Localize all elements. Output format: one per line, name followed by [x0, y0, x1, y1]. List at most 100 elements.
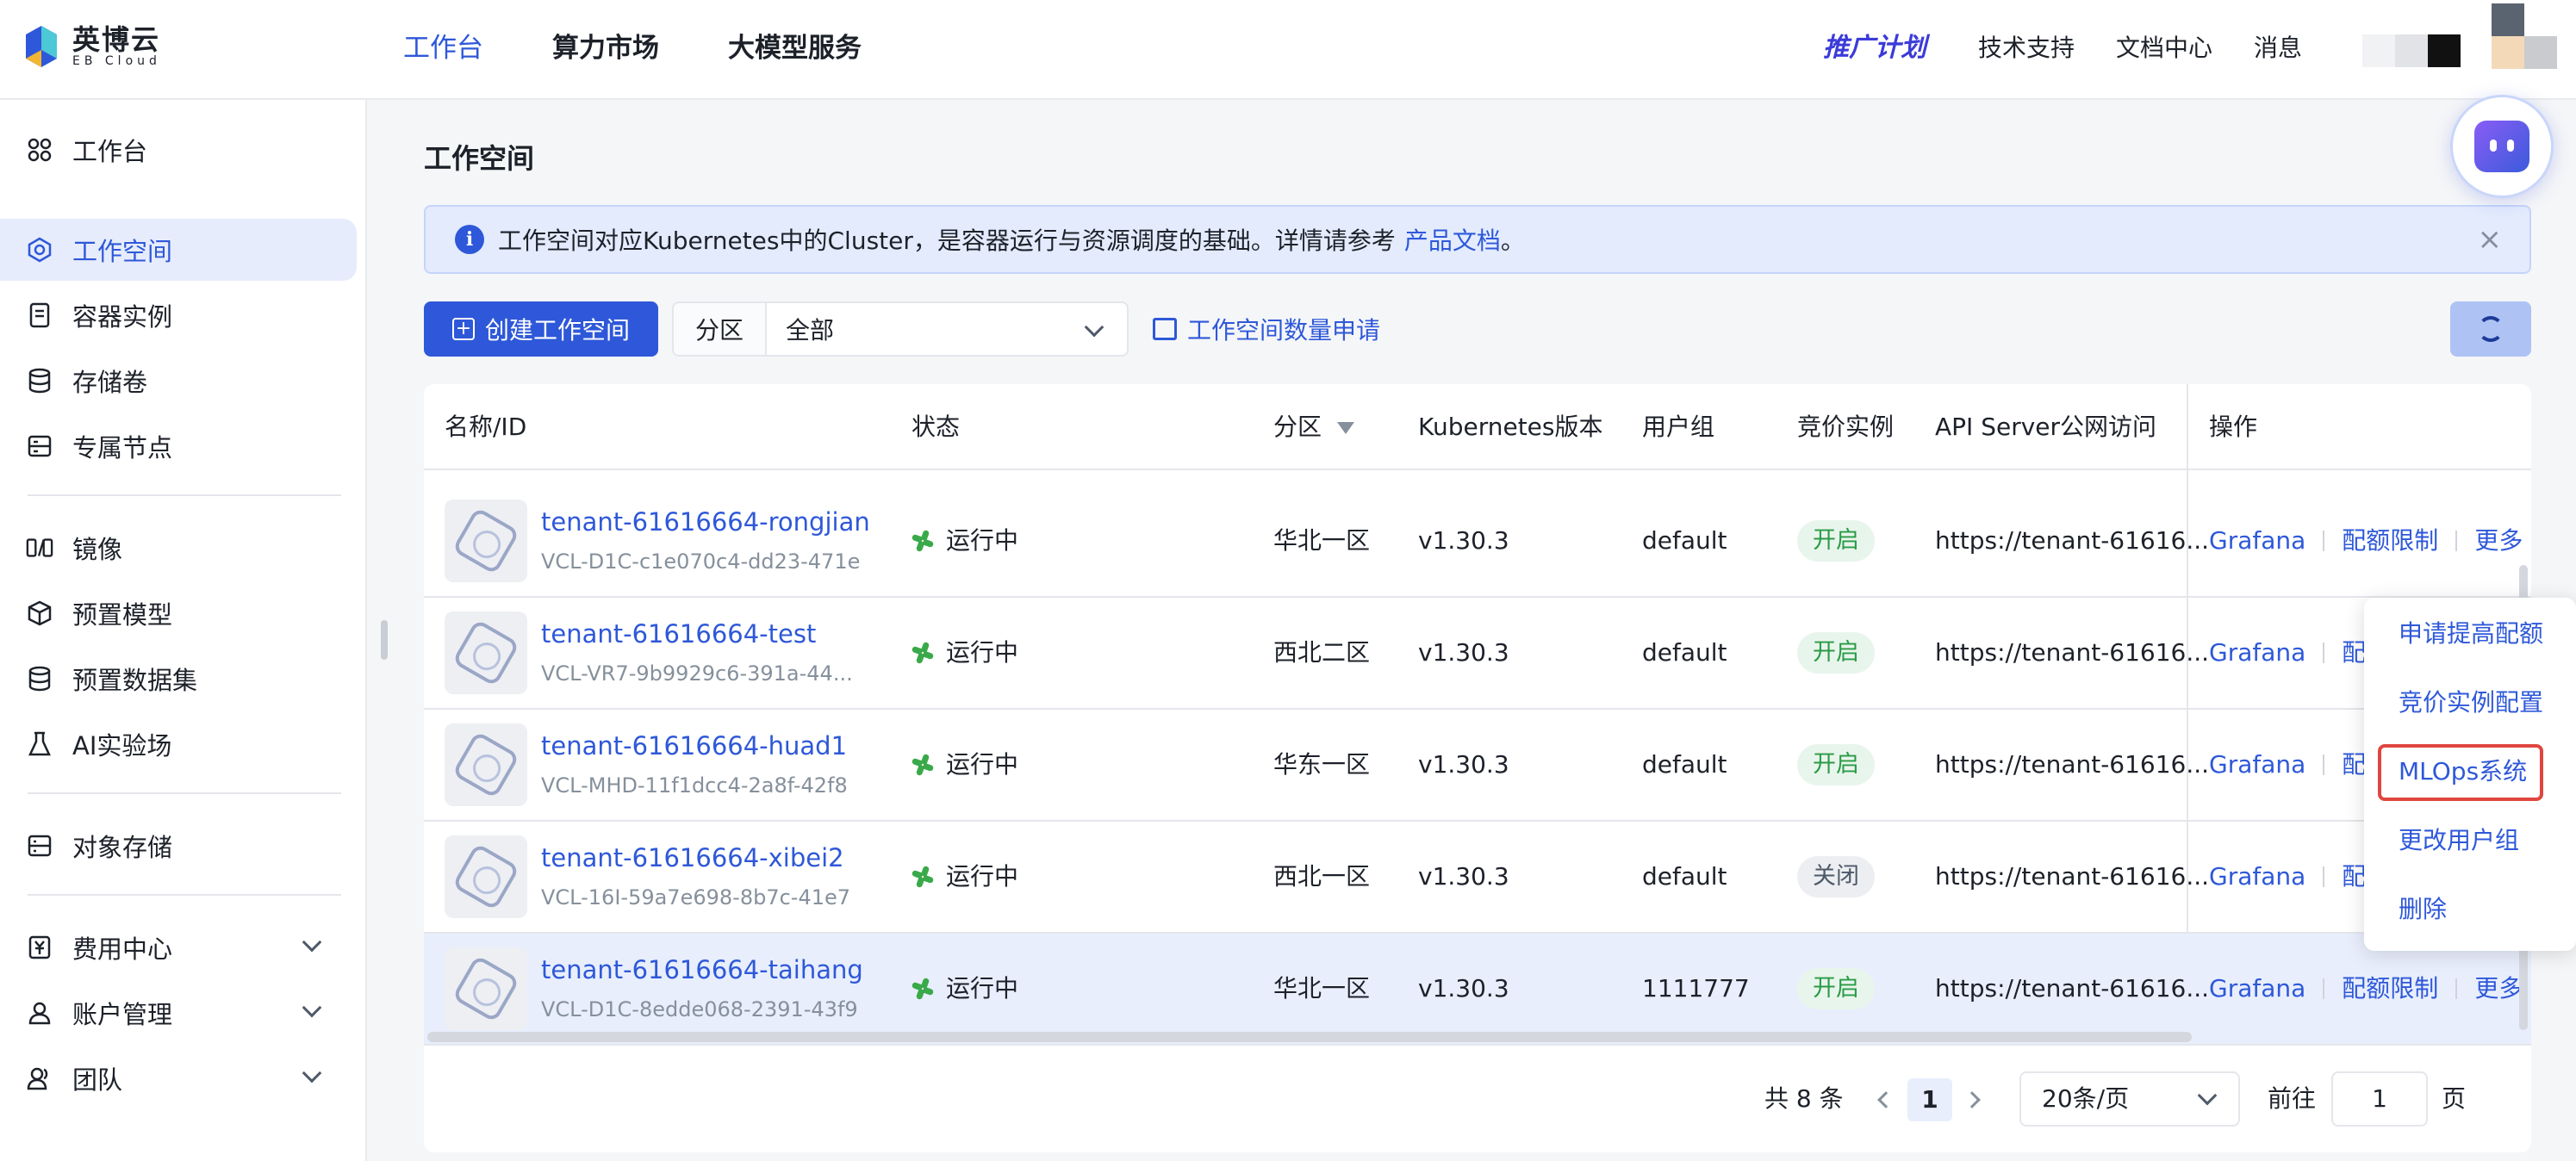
- brand-name: 英博云: [72, 23, 161, 56]
- sidebar-item-object-storage[interactable]: 对象存储: [0, 815, 357, 877]
- sidebar-resize-handle[interactable]: [381, 620, 388, 660]
- menu-item-spot-config[interactable]: 竞价实例配置: [2399, 686, 2543, 720]
- sidebar-item-label: 专属节点: [72, 433, 173, 463]
- total-count: 共 8 条: [1764, 1084, 1844, 1113]
- toolbar: + 创建工作空间 分区 全部 工作空间数量申请: [424, 301, 2531, 357]
- user-group-cell: default: [1642, 638, 1727, 667]
- status-cell: 运行中: [911, 860, 1018, 894]
- menu-item-increase-quota[interactable]: 申请提高配额: [2399, 617, 2543, 651]
- chevron-down-icon[interactable]: [302, 997, 322, 1018]
- image-icon: [26, 534, 53, 562]
- user-group-cell: 1111777: [1642, 974, 1750, 1003]
- status-text: 运行中: [946, 526, 1019, 555]
- workspace-quota-request-link[interactable]: 工作空间数量申请: [1153, 301, 1380, 357]
- create-workspace-label: 创建工作空间: [484, 316, 630, 345]
- more-link[interactable]: 更多: [2474, 972, 2523, 1006]
- brand-name-en: EB Cloud: [72, 54, 161, 68]
- nav-llm-service[interactable]: 大模型服务: [728, 28, 862, 69]
- sidebar-item-label: 容器实例: [72, 302, 173, 332]
- zone-select[interactable]: 分区 全部: [672, 301, 1129, 357]
- col-spot-instance: 竞价实例: [1797, 413, 1895, 441]
- workspace-name-link[interactable]: tenant-61616664-rongjian: [541, 505, 870, 539]
- logo-icon: [22, 24, 60, 69]
- menu-item-change-user-group[interactable]: 更改用户组: [2399, 823, 2519, 858]
- sidebar-item-label: 预置数据集: [72, 666, 198, 695]
- menu-item-delete[interactable]: 删除: [2399, 892, 2447, 927]
- sidebar-item-workbench[interactable]: 工作台: [0, 119, 357, 181]
- sidebar-item-label: 工作空间: [72, 237, 173, 266]
- robot-icon: [2474, 121, 2529, 172]
- row-actions: Grafana 配额限制 更多: [2209, 972, 2523, 1006]
- user-icon: [26, 999, 53, 1027]
- container-icon: [26, 301, 53, 329]
- workspace-name-link[interactable]: tenant-61616664-taihang: [541, 953, 863, 987]
- status-badge: 关闭: [1797, 856, 1875, 897]
- current-page[interactable]: 1: [1907, 1078, 1952, 1121]
- workspace-name-link[interactable]: tenant-61616664-test: [541, 617, 816, 651]
- chevron-down-icon[interactable]: [302, 932, 322, 953]
- sidebar-item-models[interactable]: 预置模型: [0, 582, 357, 644]
- grafana-link[interactable]: Grafana: [2209, 748, 2305, 782]
- brand-logo[interactable]: 英博云 EB Cloud: [22, 24, 161, 69]
- workspace-id: VCL-D1C-8edde068-2391-43f9: [541, 997, 858, 1021]
- quota-limit-link[interactable]: 配额限制: [2342, 524, 2438, 558]
- refresh-icon: [2478, 316, 2504, 342]
- grafana-link[interactable]: Grafana: [2209, 524, 2305, 558]
- sidebar-item-workspace[interactable]: 工作空间: [0, 219, 357, 281]
- tech-support-link[interactable]: 技术支持: [1978, 29, 2075, 67]
- page-size-select[interactable]: 20条/页: [2019, 1071, 2240, 1127]
- user-group-cell: default: [1642, 526, 1727, 555]
- status-cell: 运行中: [911, 636, 1018, 670]
- workspace-name-link[interactable]: tenant-61616664-huad1: [541, 729, 847, 763]
- sidebar-item-account[interactable]: 账户管理: [0, 982, 357, 1044]
- nav-workbench[interactable]: 工作台: [403, 28, 483, 69]
- product-docs-link[interactable]: 产品文档: [1404, 222, 1501, 257]
- goto-page-input[interactable]: 1: [2331, 1071, 2428, 1127]
- zone-cell: 华北一区: [1273, 974, 1371, 1003]
- sidebar-item-datasets[interactable]: 预置数据集: [0, 648, 357, 710]
- more-link[interactable]: 更多: [2474, 524, 2523, 558]
- zone-cell: 华北一区: [1273, 526, 1371, 555]
- horizontal-scrollbar[interactable]: [427, 1032, 2192, 1042]
- sidebar-item-team[interactable]: 团队: [0, 1047, 357, 1109]
- chevron-right-icon[interactable]: [1963, 1091, 1981, 1108]
- sidebar-item-billing[interactable]: 费用中心: [0, 916, 357, 978]
- col-zone[interactable]: 分区: [1273, 410, 1355, 444]
- workspace-name-link[interactable]: tenant-61616664-xibei2: [541, 841, 844, 875]
- api-server-cell: https://tenant-61616...: [1935, 974, 2210, 1003]
- sidebar-item-containers[interactable]: 容器实例: [0, 284, 357, 346]
- running-icon: [911, 977, 935, 1001]
- docs-link[interactable]: 文档中心: [2116, 29, 2212, 67]
- api-server-cell: https://tenant-61616...: [1935, 750, 2210, 779]
- grafana-link[interactable]: Grafana: [2209, 972, 2305, 1006]
- sidebar-item-ai-lab[interactable]: AI实验场: [0, 713, 357, 775]
- messages-link[interactable]: 消息: [2254, 29, 2302, 67]
- row-actions: Grafana配额: [2209, 636, 2390, 670]
- sidebar-item-volumes[interactable]: 存储卷: [0, 350, 357, 412]
- assistant-button[interactable]: [2450, 95, 2554, 198]
- pagination: 共 8 条 1 20条/页 前往 1 页: [424, 1071, 2531, 1127]
- account-avatar[interactable]: [2492, 3, 2559, 69]
- info-banner: i 工作空间对应Kubernetes中的Cluster，是容器运行与资源调度的基…: [424, 205, 2531, 274]
- refresh-button[interactable]: [2450, 301, 2531, 357]
- user-avatar[interactable]: [2362, 34, 2461, 67]
- close-icon[interactable]: ×: [2478, 224, 2503, 255]
- grafana-link[interactable]: Grafana: [2209, 636, 2305, 670]
- status-text: 运行中: [946, 750, 1019, 779]
- running-icon: [911, 865, 935, 889]
- quota-limit-link[interactable]: 配额限制: [2342, 972, 2438, 1006]
- table-row: tenant-61616664-rongjian VCL-D1C-c1e070c…: [424, 486, 2531, 598]
- row-actions: Grafana配额: [2209, 860, 2390, 894]
- chevron-down-icon[interactable]: [302, 1063, 322, 1083]
- yen-icon: [26, 934, 53, 961]
- workspace-icon: [445, 835, 527, 918]
- grafana-link[interactable]: Grafana: [2209, 860, 2305, 894]
- create-workspace-button[interactable]: + 创建工作空间: [424, 301, 658, 357]
- promo-link[interactable]: 推广计划: [1823, 29, 1926, 67]
- filter-icon[interactable]: [1337, 422, 1355, 434]
- row-actions: Grafana 配额限制 更多: [2209, 524, 2523, 558]
- nav-compute-market[interactable]: 算力市场: [552, 28, 659, 69]
- sidebar-item-nodes[interactable]: 专属节点: [0, 415, 357, 477]
- chevron-left-icon[interactable]: [1877, 1091, 1895, 1108]
- sidebar-item-images[interactable]: 镜像: [0, 517, 357, 579]
